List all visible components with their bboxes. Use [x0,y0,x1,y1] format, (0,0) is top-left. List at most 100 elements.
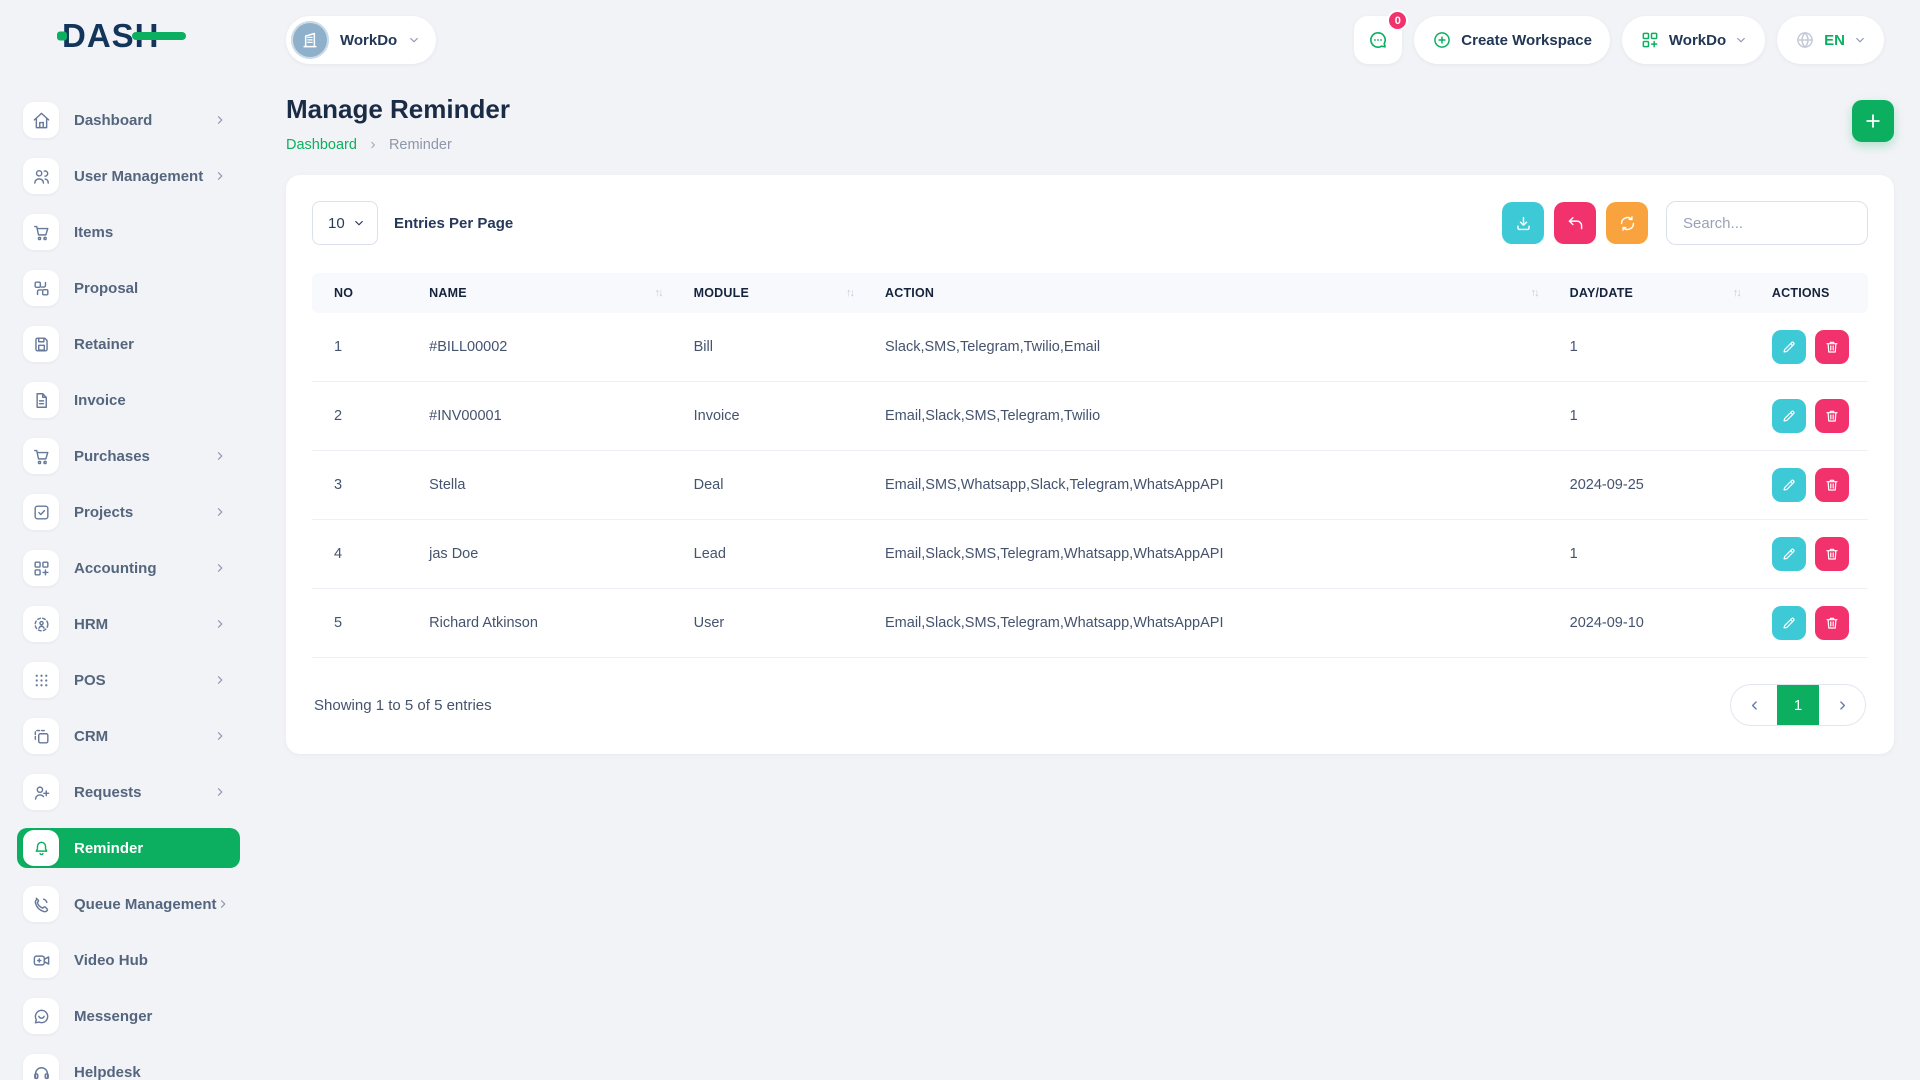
chevron-right-icon [214,674,226,686]
sidebar-item-video-hub[interactable]: Video Hub [17,940,240,980]
sidebar: DASH Dashboard User Management Items Pro… [0,0,240,1080]
message-dots-icon [1367,29,1389,51]
chevron-right-icon [214,730,226,742]
headset-icon [23,1054,59,1080]
sort-icon: ↑↓ [846,287,853,299]
column-header-day-date[interactable]: DAY/DATE↑↓ [1554,273,1756,313]
chevron-down-icon [353,217,365,229]
sidebar-item-label: Projects [74,504,133,521]
grid-dots-icon [23,662,59,698]
cell-module: Lead [678,520,869,589]
entries-per-page-label: Entries Per Page [394,215,513,232]
edit-button[interactable] [1772,468,1806,502]
cell-no: 3 [312,451,413,520]
sidebar-item-purchases[interactable]: Purchases [17,436,240,476]
sidebar-item-label: Invoice [74,392,126,409]
sidebar-item-items[interactable]: Items [17,212,240,252]
cell-name: Stella [413,451,678,520]
cart-icon [23,214,59,250]
delete-button[interactable] [1815,468,1849,502]
sidebar-item-queue-management[interactable]: Queue Management [17,884,240,924]
cell-name: jas Doe [413,520,678,589]
sidebar-item-invoice[interactable]: Invoice [17,380,240,420]
edit-button[interactable] [1772,606,1806,640]
table-row: 4 jas Doe Lead Email,Slack,SMS,Telegram,… [312,520,1868,589]
chevron-right-icon [214,562,226,574]
sidebar-item-label: User Management [74,168,203,185]
user-plus-icon [23,774,59,810]
sidebar-item-crm[interactable]: CRM [17,716,240,756]
search-input[interactable] [1666,201,1868,245]
row-actions [1772,399,1852,433]
edit-button[interactable] [1772,330,1806,364]
grid-plus-icon [1640,30,1660,50]
column-header-name[interactable]: NAME↑↓ [413,273,678,313]
delete-button[interactable] [1815,330,1849,364]
edit-button[interactable] [1772,537,1806,571]
undo-icon [1566,214,1585,233]
sidebar-item-helpdesk[interactable]: Helpdesk [17,1052,240,1080]
messages-button[interactable]: 0 [1354,16,1402,64]
undo-button[interactable] [1554,202,1596,244]
trash-icon [1824,408,1840,424]
pencil-icon [1781,339,1797,355]
add-reminder-button[interactable] [1852,100,1894,142]
sidebar-item-accounting[interactable]: Accounting [17,548,240,588]
sidebar-item-projects[interactable]: Projects [17,492,240,532]
table-row: 1 #BILL00002 Bill Slack,SMS,Telegram,Twi… [312,313,1868,382]
chevron-right-icon [214,786,226,798]
sidebar-item-label: Requests [74,784,142,801]
prev-page-button[interactable] [1731,684,1777,726]
sidebar-item-retainer[interactable]: Retainer [17,324,240,364]
chevron-right-icon [214,170,226,182]
workspace-selector[interactable]: WorkDo [286,16,436,64]
sidebar-item-reminder[interactable]: Reminder [17,828,240,868]
cell-no: 1 [312,313,413,382]
language-selector[interactable]: EN [1777,16,1884,64]
breadcrumb-current: Reminder [389,137,452,153]
entries-per-page-select[interactable]: 10 [312,201,378,245]
column-header-module[interactable]: MODULE↑↓ [678,273,869,313]
sidebar-item-proposal[interactable]: Proposal [17,268,240,308]
sidebar-item-requests[interactable]: Requests [17,772,240,812]
sidebar-item-user-management[interactable]: User Management [17,156,240,196]
sidebar-item-dashboard[interactable]: Dashboard [17,100,240,140]
sidebar-item-pos[interactable]: POS [17,660,240,700]
language-label: EN [1824,32,1845,49]
chevron-right-icon [214,450,226,462]
cell-no: 4 [312,520,413,589]
column-header-action[interactable]: ACTION↑↓ [869,273,1554,313]
refresh-button[interactable] [1606,202,1648,244]
chevron-right-icon [214,618,226,630]
cell-day-date: 1 [1554,382,1756,451]
plus-circle-icon [1432,30,1452,50]
cell-module: Deal [678,451,869,520]
breadcrumb-dashboard-link[interactable]: Dashboard [286,137,357,153]
sidebar-item-label: Video Hub [74,952,148,969]
next-page-button[interactable] [1819,684,1865,726]
sidebar-item-messenger[interactable]: Messenger [17,996,240,1036]
entries-per-page-value: 10 [328,215,345,232]
plus-icon [1863,111,1883,131]
brand-logo[interactable]: DASH [62,19,160,52]
export-button[interactable] [1502,202,1544,244]
swap-boxes-icon [23,270,59,306]
topbar-right: 0 Create Workspace WorkDo EN [1354,16,1884,64]
sidebar-item-label: Dashboard [74,112,152,129]
messages-badge: 0 [1387,10,1408,31]
app-switcher-button[interactable]: WorkDo [1622,16,1765,64]
delete-button[interactable] [1815,537,1849,571]
create-workspace-button[interactable]: Create Workspace [1414,16,1610,64]
phone-call-icon [23,886,59,922]
edit-button[interactable] [1772,399,1806,433]
sidebar-item-hrm[interactable]: HRM [17,604,240,644]
page-1-button[interactable]: 1 [1777,684,1819,726]
cell-action: Email,Slack,SMS,Telegram,Whatsapp,WhatsA… [869,520,1554,589]
trash-icon [1824,615,1840,631]
row-actions [1772,468,1852,502]
chevron-down-icon [1735,34,1747,46]
delete-button[interactable] [1815,399,1849,433]
delete-button[interactable] [1815,606,1849,640]
main-area: WorkDo 0 Create Workspace WorkDo [240,0,1920,1080]
cell-no: 2 [312,382,413,451]
